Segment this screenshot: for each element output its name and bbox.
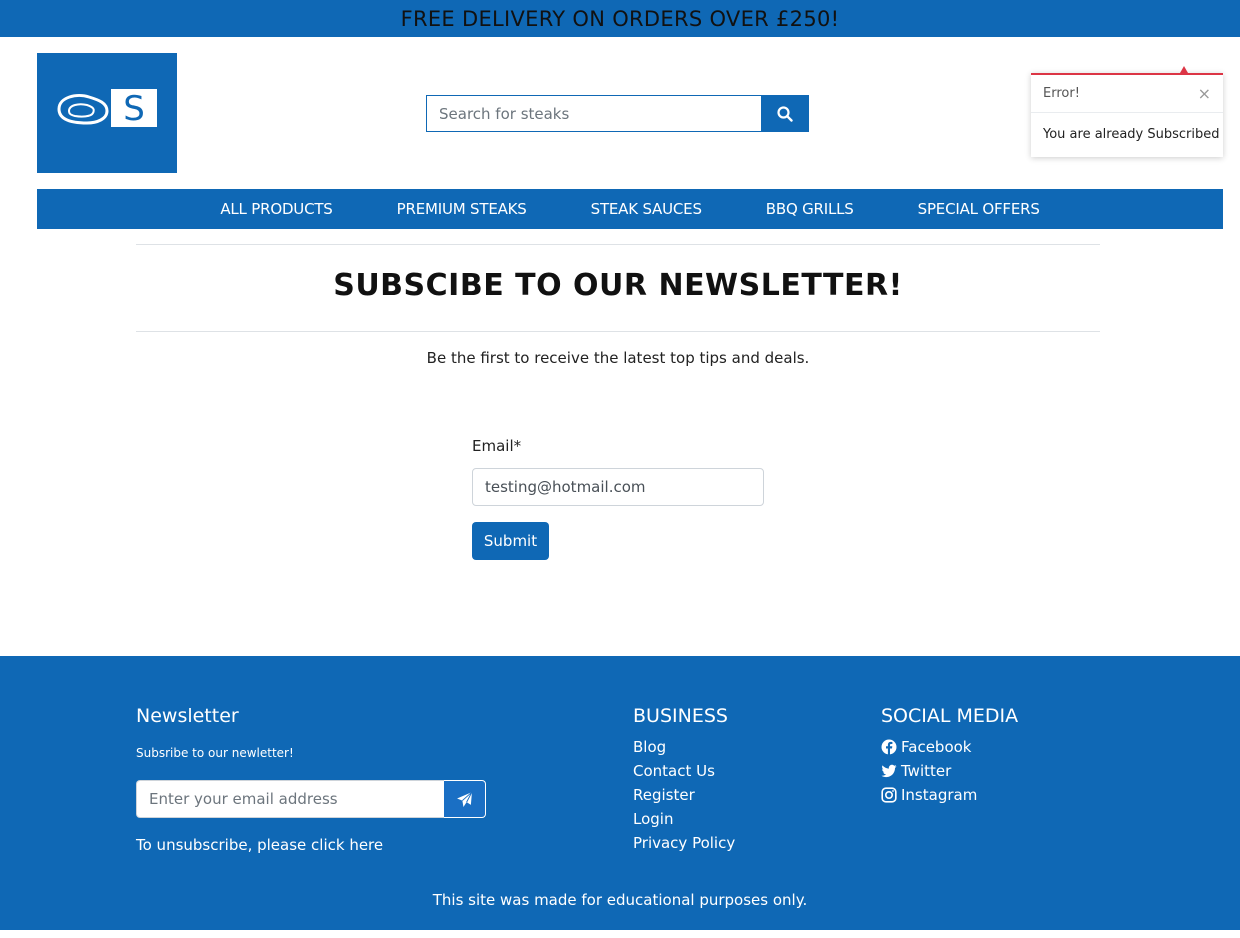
footer-link-privacy-policy[interactable]: Privacy Policy (633, 831, 735, 855)
footer-business-links: Blog Contact Us Register Login Privacy P… (633, 735, 735, 855)
unsubscribe-link[interactable]: click here (311, 836, 383, 854)
submit-button[interactable]: Submit (472, 522, 549, 560)
unsubscribe-text: To unsubscribe, please click here (136, 836, 383, 854)
footer-link-login[interactable]: Login (633, 807, 735, 831)
steak-logo-icon: S (57, 89, 157, 129)
bottom-strip (0, 930, 1240, 938)
nav-item-steak-sauces[interactable]: STEAK SAUCES (591, 200, 702, 218)
facebook-icon (881, 739, 897, 755)
toast-message: You are already Subscribed (1043, 127, 1220, 142)
nav-item-all-products[interactable]: ALL PRODUCTS (220, 200, 333, 218)
footer-social-links: Facebook Twitter Instagram (881, 735, 977, 807)
search-icon (777, 105, 793, 122)
twitter-icon (881, 764, 897, 778)
footer-newsletter-heading: Newsletter (136, 705, 239, 727)
social-link-instagram[interactable]: Instagram (881, 783, 977, 807)
footer-link-contact-us[interactable]: Contact Us (633, 759, 735, 783)
toast-arrow (1180, 66, 1188, 73)
page-title: SUBSCIBE TO OUR NEWSLETTER! (333, 268, 903, 303)
footer-email-input[interactable] (136, 780, 444, 818)
toast-header: Error! × (1031, 75, 1223, 113)
search-button[interactable] (761, 95, 809, 132)
email-label: Email* (472, 437, 522, 455)
search-bar (426, 95, 809, 132)
footer-send-button[interactable] (444, 780, 486, 818)
search-input[interactable] (426, 95, 761, 132)
footer-newsletter-form (136, 780, 486, 818)
toast-title: Error! (1043, 86, 1080, 101)
error-toast: Error! × You are already Subscribed (1031, 66, 1223, 157)
unsubscribe-prefix: To unsubscribe, please (136, 836, 312, 854)
nav-item-premium-steaks[interactable]: PREMIUM STEAKS (397, 200, 527, 218)
social-label-twitter: Twitter (901, 762, 952, 780)
close-icon[interactable]: × (1198, 84, 1211, 103)
main-nav: ALL PRODUCTS PREMIUM STEAKS STEAK SAUCES… (37, 189, 1223, 229)
page-lead: Be the first to receive the latest top t… (426, 349, 810, 367)
social-label-facebook: Facebook (901, 738, 972, 756)
footer-business-heading: BUSINESS (633, 705, 728, 727)
site-logo[interactable]: S STEAKOUT (37, 53, 177, 191)
footer-social-heading: SOCIAL MEDIA (881, 705, 1019, 727)
divider-top (136, 244, 1100, 245)
footer: Newsletter Subsribe to our newletter! To… (0, 656, 1240, 930)
nav-item-bbq-grills[interactable]: BBQ GRILLS (766, 200, 854, 218)
social-label-instagram: Instagram (901, 786, 978, 804)
delivery-banner: FREE DELIVERY ON ORDERS OVER £250! (0, 0, 1240, 37)
delivery-banner-text: FREE DELIVERY ON ORDERS OVER £250! (400, 6, 840, 31)
footer-link-register[interactable]: Register (633, 783, 735, 807)
social-link-facebook[interactable]: Facebook (881, 735, 977, 759)
social-link-twitter[interactable]: Twitter (881, 759, 977, 783)
footer-link-blog[interactable]: Blog (633, 735, 735, 759)
nav-item-special-offers[interactable]: SPECIAL OFFERS (918, 200, 1040, 218)
instagram-icon (881, 787, 897, 803)
footer-newsletter-subtext: Subsribe to our newletter! (136, 746, 294, 760)
email-field[interactable] (472, 468, 764, 506)
footer-note: This site was made for educational purpo… (432, 891, 808, 909)
paper-plane-icon (457, 791, 473, 807)
logo-letter: S (123, 89, 145, 129)
divider-bottom (136, 331, 1100, 332)
